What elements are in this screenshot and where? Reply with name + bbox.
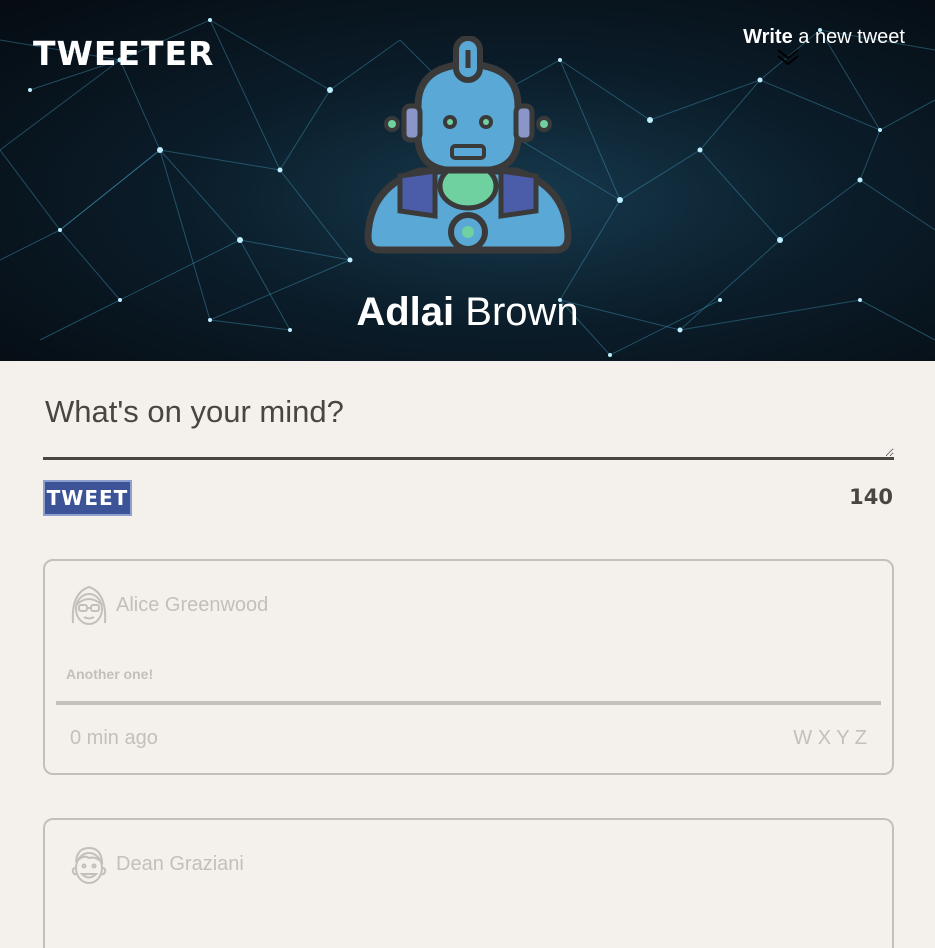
user-name: Adlai Brown: [0, 290, 935, 335]
write-link-rest: a new tweet: [792, 26, 905, 48]
tweet-card: Dean Graziani: [43, 818, 894, 948]
tweet-author: Alice Greenwood: [116, 594, 269, 616]
tweet-input[interactable]: [43, 382, 894, 460]
tweet-text: Another one!: [66, 666, 154, 682]
char-counter: 140: [849, 485, 893, 509]
tweet-timestamp: 0 min ago: [70, 727, 158, 749]
robot-avatar-icon: [364, 36, 572, 254]
tweet-author: Dean Graziani: [116, 853, 244, 875]
user-last-name: Brown: [465, 290, 579, 334]
girl-with-glasses-icon: [71, 585, 107, 625]
profile-header: TWEETER Write a new tweet Adlai Brown: [0, 0, 935, 361]
tweet-card: Alice Greenwood Another one! 0 min ago W…: [43, 559, 894, 775]
user-first-name: Adlai: [356, 290, 455, 334]
write-new-tweet-link[interactable]: Write a new tweet: [743, 26, 905, 49]
tweet-composer: [43, 382, 894, 464]
smiling-boy-icon: [71, 846, 107, 884]
double-chevron-down-icon[interactable]: [776, 48, 800, 68]
brand-logo[interactable]: TWEETER: [33, 34, 214, 73]
tweet-divider: [56, 701, 881, 705]
tweet-actions[interactable]: W X Y Z: [793, 727, 867, 750]
write-link-strong: Write: [743, 26, 793, 48]
tweet-button[interactable]: TWEET: [43, 480, 132, 516]
